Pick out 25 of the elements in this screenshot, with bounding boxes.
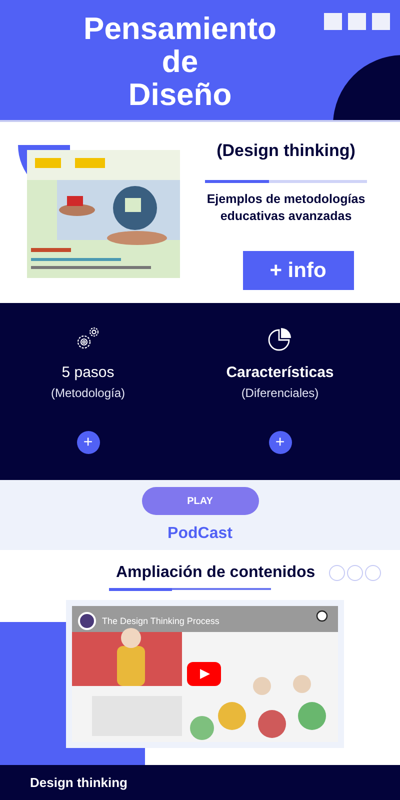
page-title: Pensamiento	[84, 12, 276, 45]
feature-subtitle: (Metodología)	[50, 385, 126, 401]
play-icon[interactable]	[187, 662, 221, 686]
video-title: The Design Thinking Process	[102, 615, 220, 627]
expand-button[interactable]: +	[268, 431, 292, 454]
pie-chart-icon	[267, 326, 293, 352]
info-button[interactable]: + info	[242, 251, 354, 290]
circle-outline-decoration	[365, 565, 382, 581]
feature-title: 5 pasos	[62, 363, 114, 383]
subtitle: (Design thinking)	[216, 140, 356, 162]
section-title: Ampliación de contenidos	[116, 563, 316, 583]
square-decoration	[348, 13, 366, 30]
circle-outline-decoration	[329, 565, 346, 581]
feature-title: Características	[226, 363, 334, 383]
circle-outline-decoration	[347, 565, 364, 581]
description: Ejemplos de metodologías educativas avanzadas	[206, 191, 366, 225]
page-title: Diseño	[128, 78, 232, 111]
square-decoration	[324, 13, 342, 30]
feature-subtitle: (Diferenciales)	[241, 385, 319, 401]
podcast-label: PodCast	[168, 524, 232, 544]
square-decoration	[372, 13, 390, 30]
footer-text: Design thinking	[30, 774, 128, 792]
play-button[interactable]: PLAY	[142, 487, 258, 515]
expand-button[interactable]: +	[76, 431, 100, 454]
page-title: de	[162, 45, 198, 78]
